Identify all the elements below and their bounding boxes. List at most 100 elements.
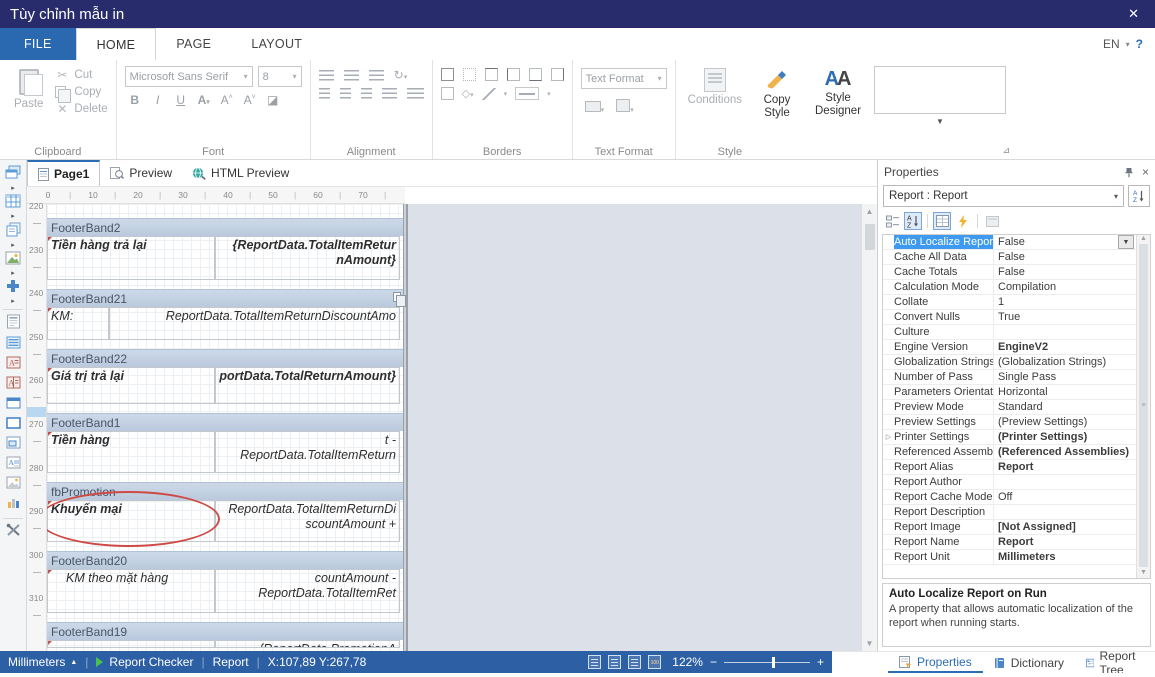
- property-pages-button[interactable]: [983, 212, 1001, 230]
- top-border-icon[interactable]: [484, 68, 498, 81]
- text-format-combo[interactable]: Text Format ▾: [580, 68, 667, 89]
- property-row[interactable]: Preview Mode Standard: [883, 400, 1150, 415]
- text-component[interactable]: [47, 640, 215, 648]
- image-gallery-tool[interactable]: ▸: [2, 250, 24, 278]
- property-value[interactable]: [Not Assigned]: [994, 520, 1135, 534]
- language-selector[interactable]: EN: [1103, 37, 1120, 51]
- text-component[interactable]: {ReportData.PromotionA: [215, 640, 400, 648]
- rich-text-tool[interactable]: A: [2, 455, 24, 475]
- text-component[interactable]: countAmount - ReportData.TotalItemRet: [215, 569, 400, 613]
- clear-format-icon[interactable]: ◪: [265, 93, 281, 107]
- zoom-out-button[interactable]: −: [710, 655, 717, 669]
- property-value[interactable]: Compilation: [994, 280, 1135, 294]
- text-component[interactable]: ReportData.TotalItemReturnDiscountAmo: [109, 307, 400, 340]
- property-row[interactable]: Preview Settings (Preview Settings): [883, 415, 1150, 430]
- property-row[interactable]: Referenced Assemb (Referenced Assemblies): [883, 445, 1150, 460]
- page-width-view-icon[interactable]: [588, 655, 602, 669]
- report-title-band-tool[interactable]: [2, 313, 24, 335]
- all-borders-icon[interactable]: [440, 68, 454, 81]
- tab-layout[interactable]: LAYOUT: [231, 28, 322, 60]
- copy-style-button[interactable]: Copy Style: [752, 66, 802, 122]
- border-style-combo[interactable]: [515, 87, 540, 100]
- style-gallery-dropdown-icon[interactable]: ▼: [936, 117, 944, 126]
- band-header[interactable]: FooterBand20: [47, 551, 403, 569]
- text-in-cells-tool[interactable]: A: [2, 375, 24, 395]
- zoom-in-button[interactable]: +: [817, 655, 824, 669]
- tab-properties[interactable]: Properties: [888, 652, 983, 673]
- property-row[interactable]: Calculation Mode Compilation: [883, 280, 1150, 295]
- page-height-view-icon[interactable]: [608, 655, 622, 669]
- property-value[interactable]: False: [994, 265, 1135, 279]
- property-row[interactable]: Auto Localize Repor False ▼: [883, 235, 1150, 250]
- font-family-combo[interactable]: Microsoft Sans Serif ▾: [124, 66, 253, 87]
- property-value[interactable]: False: [994, 235, 1135, 249]
- property-value[interactable]: False: [994, 250, 1135, 264]
- band-header[interactable]: FooterBand2: [47, 218, 403, 236]
- zoom-100-view-icon[interactable]: 100: [648, 655, 662, 669]
- cut-button[interactable]: ✂ Cut: [55, 68, 107, 82]
- band-header[interactable]: FooterBand21: [47, 289, 406, 307]
- scrollbar-thumb[interactable]: [864, 224, 875, 250]
- image-tool[interactable]: [2, 475, 24, 495]
- design-canvas[interactable]: FooterBand2 Tiền hàng trả lại {ReportData.…: [47, 204, 861, 651]
- chart-tool[interactable]: [2, 495, 24, 515]
- property-row[interactable]: Report Cache Mode Off: [883, 490, 1150, 505]
- currency-format-icon[interactable]: ▾: [584, 99, 604, 117]
- property-value[interactable]: Report: [994, 535, 1135, 549]
- border-pen-icon[interactable]: [481, 87, 496, 100]
- align-middle-icon[interactable]: [343, 69, 359, 81]
- property-row[interactable]: Number of Pass Single Pass: [883, 370, 1150, 385]
- canvas-vertical-scrollbar[interactable]: ▲ ▼: [861, 204, 877, 651]
- property-value[interactable]: (Globalization Strings): [994, 355, 1135, 369]
- flyout-arrow-icon[interactable]: ▸: [11, 298, 15, 305]
- component-tool[interactable]: ▸: [2, 278, 24, 306]
- right-border-icon[interactable]: [550, 68, 564, 81]
- no-borders-icon[interactable]: [462, 68, 476, 81]
- text-component[interactable]: Tiền hàng: [47, 431, 215, 473]
- tab-page1[interactable]: Page1: [27, 160, 101, 186]
- property-row[interactable]: Convert Nulls True: [883, 310, 1150, 325]
- report-checker-button[interactable]: Report Checker: [109, 655, 193, 669]
- property-row[interactable]: Report Author: [883, 475, 1150, 490]
- grid-scrollbar[interactable]: ▲ ≡ ▼: [1136, 235, 1150, 578]
- property-row[interactable]: Cache All Data False: [883, 250, 1150, 265]
- tab-dictionary[interactable]: Dictionary: [983, 652, 1075, 673]
- categorized-view-button[interactable]: [883, 212, 901, 230]
- date-format-icon[interactable]: ▾: [616, 99, 634, 117]
- text-component[interactable]: ReportData.TotalItemReturnDi scountAmount…: [215, 500, 400, 542]
- table-tool[interactable]: ▸: [2, 193, 24, 221]
- alphabetical-view-button[interactable]: AZ: [904, 212, 922, 230]
- zoom-slider-thumb[interactable]: [771, 656, 775, 668]
- scroll-up-icon[interactable]: ▲: [866, 207, 874, 216]
- property-row[interactable]: Globalization Strings (Globalization Stri…: [883, 355, 1150, 370]
- property-row[interactable]: Collate 1: [883, 295, 1150, 310]
- align-bottom-icon[interactable]: [368, 69, 384, 81]
- rotate-text-icon[interactable]: ↻▾: [394, 68, 408, 82]
- copy-button[interactable]: Copy: [55, 86, 107, 103]
- band-header[interactable]: FooterBand1: [47, 413, 403, 431]
- text-component[interactable]: KM:: [47, 307, 109, 340]
- text-component[interactable]: Giá trị trả lại: [47, 367, 215, 404]
- band-header[interactable]: fbPromotion: [47, 482, 403, 500]
- properties-view-button[interactable]: [933, 212, 951, 230]
- tab-page[interactable]: PAGE: [156, 28, 231, 60]
- style-designer-button[interactable]: AA Style Designer: [808, 66, 868, 120]
- property-value[interactable]: Single Pass: [994, 370, 1135, 384]
- align-left-icon[interactable]: [318, 88, 330, 99]
- property-row[interactable]: Report Name Report: [883, 535, 1150, 550]
- property-row[interactable]: Engine Version EngineV2: [883, 340, 1150, 355]
- property-value[interactable]: True: [994, 310, 1135, 324]
- expand-icon[interactable]: ▷: [883, 430, 894, 444]
- property-value[interactable]: (Preview Settings): [994, 415, 1135, 429]
- band-header[interactable]: FooterBand19: [47, 622, 403, 640]
- property-value[interactable]: [994, 475, 1135, 489]
- style-dialog-launcher-icon[interactable]: ⊿: [1002, 145, 1010, 156]
- sort-properties-button[interactable]: AZ: [1128, 185, 1150, 207]
- page-break-tool[interactable]: [2, 415, 24, 435]
- property-row[interactable]: ▷ Printer Settings (Printer Settings): [883, 430, 1150, 445]
- property-value[interactable]: Horizontal: [994, 385, 1135, 399]
- property-value[interactable]: [994, 325, 1135, 339]
- property-value[interactable]: 1: [994, 295, 1135, 309]
- property-row[interactable]: Report Alias Report: [883, 460, 1150, 475]
- tab-html-preview[interactable]: HTML Preview: [182, 160, 299, 186]
